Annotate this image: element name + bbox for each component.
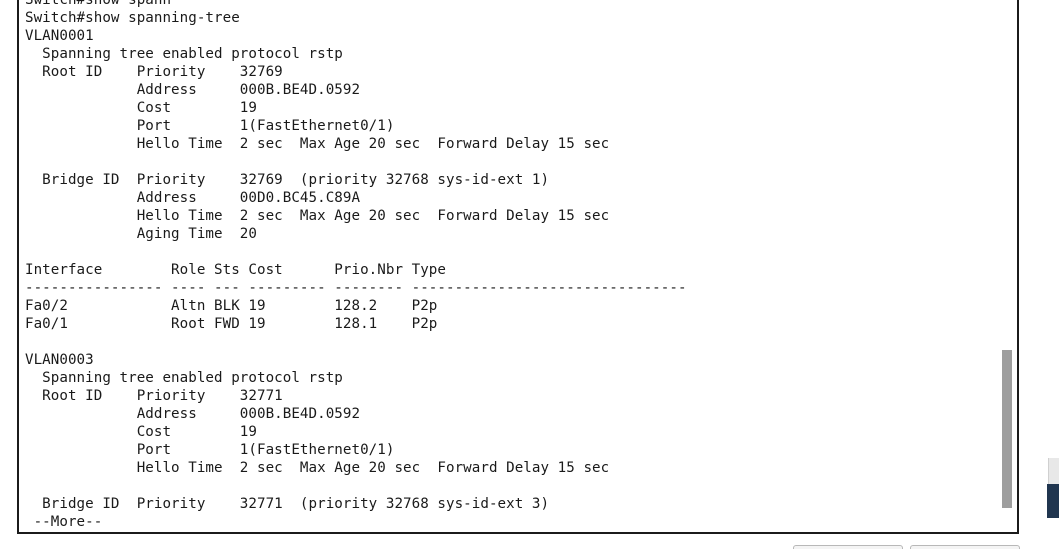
terminal-line: Cost 19 (25, 424, 257, 440)
bottom-left-button[interactable] (793, 545, 903, 549)
terminal-line: Hello Time 2 sec Max Age 20 sec Forward … (25, 136, 610, 152)
bottom-right-button[interactable] (910, 545, 1020, 549)
terminal-more-prompt: --More-- (25, 514, 103, 530)
terminal-line: ---------------- ---- --- --------- ----… (25, 280, 687, 296)
terminal-line: Switch#show spann (25, 0, 172, 8)
terminal-line: Interface Role Sts Cost Prio.Nbr Type (25, 262, 446, 278)
terminal-line: Cost 19 (25, 100, 257, 116)
terminal-line: Spanning tree enabled protocol rstp (25, 46, 343, 62)
terminal-line: Address 00D0.BC45.C89A (25, 190, 361, 206)
scrollbar-thumb[interactable] (1002, 350, 1012, 508)
terminal-line: Switch#show spanning-tree (25, 10, 240, 26)
terminal-line: VLAN0001 (25, 28, 94, 44)
terminal-line: Address 000B.BE4D.0592 (25, 406, 361, 422)
terminal-line: Hello Time 2 sec Max Age 20 sec Forward … (25, 460, 610, 476)
terminal-line: Spanning tree enabled protocol rstp (25, 370, 343, 386)
terminal-line: VLAN0003 (25, 352, 94, 368)
terminal-line: Root ID Priority 32769 (25, 64, 283, 80)
terminal-line: Port 1(FastEthernet0/1) (25, 442, 395, 458)
terminal-line: Address 000B.BE4D.0592 (25, 82, 361, 98)
terminal-window[interactable]: Switch#show spann Switch#show spanning-t… (17, 0, 1019, 534)
terminal-output[interactable]: Switch#show spann Switch#show spanning-t… (25, 0, 687, 531)
terminal-line: Fa0/2 Altn BLK 19 128.2 P2p (25, 298, 438, 314)
side-panel-tab[interactable] (1047, 484, 1059, 518)
terminal-line: Aging Time 20 (25, 226, 257, 242)
terminal-line: Root ID Priority 32771 (25, 388, 283, 404)
terminal-line: Hello Time 2 sec Max Age 20 sec Forward … (25, 208, 610, 224)
terminal-line: Port 1(FastEthernet0/1) (25, 118, 395, 134)
vertical-scrollbar[interactable] (1001, 0, 1013, 516)
terminal-line: Bridge ID Priority 32769 (priority 32768… (25, 172, 550, 188)
terminal-line: Fa0/1 Root FWD 19 128.1 P2p (25, 316, 438, 332)
terminal-line: Bridge ID Priority 32771 (priority 32768… (25, 496, 550, 512)
